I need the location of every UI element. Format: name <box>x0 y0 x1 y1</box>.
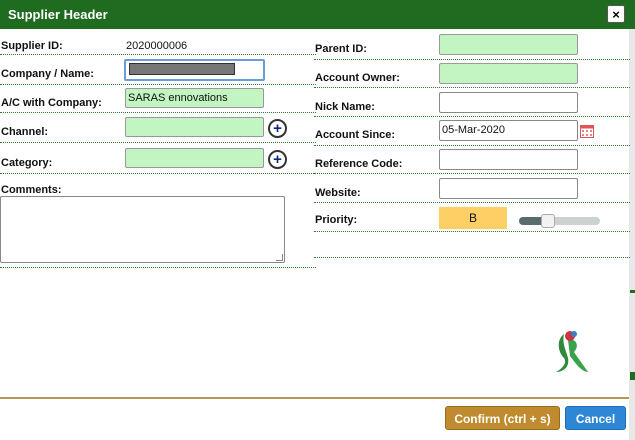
priority-slider[interactable] <box>519 214 600 228</box>
website-label: Website: <box>315 187 361 199</box>
account-owner-label: Account Owner: <box>315 72 400 84</box>
row-divider <box>314 173 630 174</box>
reference-code-input[interactable] <box>439 149 578 170</box>
row-divider <box>314 87 630 88</box>
close-icon: × <box>612 7 620 22</box>
priority-value: B <box>439 207 507 229</box>
comments-label: Comments: <box>1 184 62 196</box>
reference-code-label: Reference Code: <box>315 158 403 170</box>
account-since-input[interactable]: 05-Mar-2020 <box>439 120 578 141</box>
calendar-icon[interactable] <box>580 125 594 138</box>
channel-label: Channel: <box>1 126 49 138</box>
channel-input[interactable] <box>125 117 264 137</box>
account-owner-input[interactable] <box>439 63 578 84</box>
row-divider <box>314 145 630 146</box>
row-divider <box>314 231 630 232</box>
row-divider <box>0 112 316 113</box>
priority-label: Priority: <box>315 214 358 226</box>
row-divider <box>314 116 630 117</box>
redacted-value <box>129 63 235 75</box>
confirm-button[interactable]: Confirm (ctrl + s) <box>445 406 560 430</box>
dialog-titlebar: Supplier Header × <box>0 0 629 29</box>
row-divider <box>0 267 316 268</box>
category-label: Category: <box>1 157 53 169</box>
nick-name-label: Nick Name: <box>315 101 375 113</box>
company-name-label: Company / Name: <box>1 68 94 80</box>
add-channel-button[interactable]: + <box>268 119 287 138</box>
supplier-id-value: 2020000006 <box>126 40 188 52</box>
category-input[interactable] <box>125 148 264 168</box>
background-strip <box>629 0 635 440</box>
row-divider <box>0 54 316 55</box>
website-input[interactable] <box>439 178 578 199</box>
footer-divider <box>0 397 629 399</box>
ac-with-company-input[interactable]: SARAS ennovations <box>125 88 264 108</box>
row-divider <box>314 59 630 60</box>
parent-id-input[interactable] <box>439 34 578 55</box>
row-divider <box>0 142 316 143</box>
company-logo <box>556 331 588 372</box>
ac-with-company-label: A/C with Company: <box>1 97 102 109</box>
nick-name-input[interactable] <box>439 92 578 113</box>
add-category-button[interactable]: + <box>268 150 287 169</box>
account-since-label: Account Since: <box>315 129 396 141</box>
row-divider <box>314 257 630 258</box>
priority-slider-handle[interactable] <box>541 214 555 228</box>
supplier-id-label: Supplier ID: <box>1 40 63 52</box>
plus-circle-icon: + <box>273 151 282 168</box>
close-button[interactable]: × <box>607 5 625 23</box>
row-divider <box>0 84 316 85</box>
row-divider <box>314 202 630 203</box>
row-divider <box>0 173 316 174</box>
parent-id-label: Parent ID: <box>315 43 367 55</box>
company-name-input[interactable] <box>124 59 265 81</box>
plus-circle-icon: + <box>273 120 282 137</box>
resize-handle[interactable] <box>276 254 283 261</box>
comments-textarea[interactable] <box>0 196 285 263</box>
dialog-title: Supplier Header <box>8 7 108 22</box>
cancel-button[interactable]: Cancel <box>565 406 626 430</box>
